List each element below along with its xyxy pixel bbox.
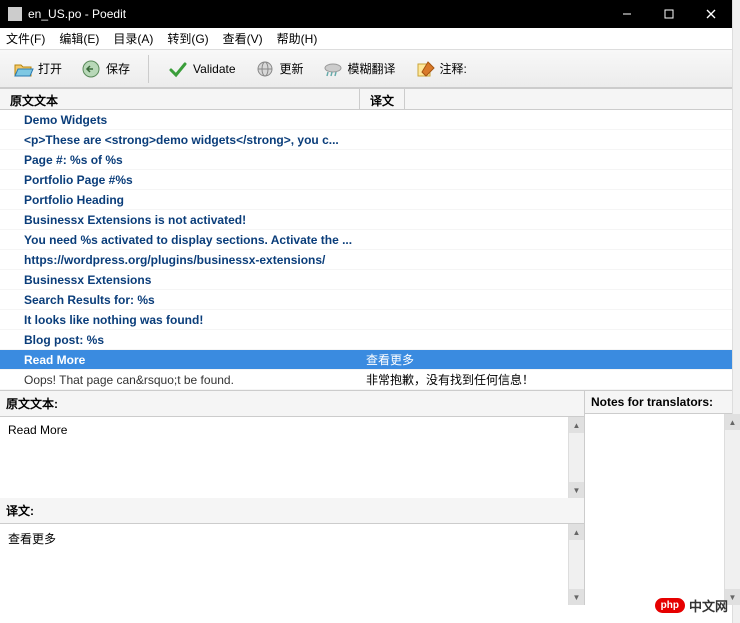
watermark-badge: php bbox=[655, 598, 685, 613]
update-label: 更新 bbox=[280, 60, 304, 77]
menu-help[interactable]: 帮助(H) bbox=[277, 30, 318, 47]
row-source: Oops! That page can&rsquo;t be found. bbox=[0, 373, 360, 387]
table-row[interactable]: https://wordpress.org/plugins/businessx-… bbox=[0, 250, 740, 270]
note-pencil-icon bbox=[414, 58, 436, 80]
window-title: en_US.po - Poedit bbox=[28, 7, 606, 21]
toolbar: 打开 保存 Validate 更新 模糊翻译 注释: bbox=[0, 50, 740, 88]
close-button[interactable] bbox=[690, 0, 732, 28]
source-text-pane: Read More ▲ ▼ bbox=[0, 417, 584, 498]
validate-button[interactable]: Validate bbox=[163, 56, 239, 82]
row-source: Businessx Extensions bbox=[0, 273, 360, 287]
source-scrollbar[interactable]: ▲ ▼ bbox=[568, 417, 584, 498]
table-row[interactable]: Businessx Extensions is not activated! bbox=[0, 210, 740, 230]
watermark-text: 中文网 bbox=[689, 596, 728, 615]
titlebar: en_US.po - Poedit bbox=[0, 0, 740, 28]
open-button[interactable]: 打开 bbox=[8, 56, 66, 82]
fuzzy-label: 模糊翻译 bbox=[348, 60, 396, 77]
bottom-panel: 原文文本: Read More ▲ ▼ 译文: ▲ ▼ Notes for tr… bbox=[0, 390, 740, 605]
update-button[interactable]: 更新 bbox=[250, 56, 308, 82]
check-icon bbox=[167, 58, 189, 80]
column-translation[interactable]: 译文 bbox=[360, 89, 405, 109]
source-text-label: 原文文本: bbox=[0, 391, 584, 417]
minimize-button[interactable] bbox=[606, 0, 648, 28]
table-row[interactable]: Search Results for: %s bbox=[0, 290, 740, 310]
row-source: You need %s activated to display section… bbox=[0, 233, 360, 247]
column-source[interactable]: 原文文本 bbox=[0, 89, 360, 109]
table-row[interactable]: Portfolio Page #%s bbox=[0, 170, 740, 190]
table-row[interactable]: Read More查看更多 bbox=[0, 350, 740, 370]
row-source: Search Results for: %s bbox=[0, 293, 360, 307]
menu-view[interactable]: 查看(V) bbox=[223, 30, 263, 47]
row-source: Blog post: %s bbox=[0, 333, 360, 347]
row-source: https://wordpress.org/plugins/businessx-… bbox=[0, 253, 360, 267]
app-icon bbox=[8, 7, 22, 21]
save-icon bbox=[80, 58, 102, 80]
comment-label: 注释: bbox=[440, 60, 467, 77]
notes-scrollbar[interactable]: ▲ ▼ bbox=[724, 414, 740, 605]
folder-open-icon bbox=[12, 58, 34, 80]
comment-button[interactable]: 注释: bbox=[410, 56, 471, 82]
translation-text-label: 译文: bbox=[0, 498, 584, 524]
save-button[interactable]: 保存 bbox=[76, 56, 134, 82]
row-source: Portfolio Page #%s bbox=[0, 173, 360, 187]
menu-goto[interactable]: 转到(G) bbox=[167, 30, 208, 47]
translation-list[interactable]: Demo Widgets <p>These are <strong>demo wi… bbox=[0, 110, 740, 390]
cloud-icon bbox=[322, 58, 344, 80]
scroll-up-icon[interactable]: ▲ bbox=[569, 417, 584, 433]
source-text-value: Read More bbox=[0, 417, 568, 498]
table-row[interactable]: Demo Widgets bbox=[0, 110, 740, 130]
table-row[interactable]: Portfolio Heading bbox=[0, 190, 740, 210]
open-label: 打开 bbox=[38, 60, 62, 77]
toolbar-separator bbox=[148, 55, 149, 83]
list-column-header: 原文文本 译文 bbox=[0, 88, 740, 110]
window-controls bbox=[606, 0, 732, 28]
row-source: Businessx Extensions is not activated! bbox=[0, 213, 360, 227]
save-label: 保存 bbox=[106, 60, 130, 77]
row-source: Page #: %s of %s bbox=[0, 153, 360, 167]
table-row[interactable]: Blog post: %s bbox=[0, 330, 740, 350]
notes-panel: Notes for translators: ▲ ▼ bbox=[585, 391, 740, 605]
scroll-down-icon[interactable]: ▼ bbox=[569, 482, 584, 498]
fuzzy-button[interactable]: 模糊翻译 bbox=[318, 56, 400, 82]
table-row[interactable]: It looks like nothing was found! bbox=[0, 310, 740, 330]
row-source: Read More bbox=[0, 353, 360, 367]
menu-file[interactable]: 文件(F) bbox=[6, 30, 45, 47]
row-translation: 查看更多 bbox=[360, 351, 740, 368]
table-row[interactable]: Oops! That page can&rsquo;t be found.非常抱… bbox=[0, 370, 740, 390]
row-source: It looks like nothing was found! bbox=[0, 313, 360, 327]
menubar: 文件(F) 编辑(E) 目录(A) 转到(G) 查看(V) 帮助(H) bbox=[0, 28, 740, 50]
translation-scrollbar[interactable]: ▲ ▼ bbox=[568, 524, 584, 605]
menu-catalog[interactable]: 目录(A) bbox=[113, 30, 153, 47]
maximize-button[interactable] bbox=[648, 0, 690, 28]
notes-label: Notes for translators: bbox=[585, 391, 740, 414]
editor-left: 原文文本: Read More ▲ ▼ 译文: ▲ ▼ bbox=[0, 391, 585, 605]
table-row[interactable]: Businessx Extensions bbox=[0, 270, 740, 290]
scroll-down-icon[interactable]: ▼ bbox=[569, 589, 584, 605]
validate-label: Validate bbox=[193, 62, 235, 76]
menu-edit[interactable]: 编辑(E) bbox=[59, 30, 99, 47]
globe-refresh-icon bbox=[254, 58, 276, 80]
row-source: <p>These are <strong>demo widgets</stron… bbox=[0, 133, 360, 147]
translation-text-pane: ▲ ▼ bbox=[0, 524, 584, 605]
row-source: Demo Widgets bbox=[0, 113, 360, 127]
row-translation: 非常抱歉，没有找到任何信息！ bbox=[360, 371, 740, 388]
notes-body: ▲ ▼ bbox=[585, 414, 740, 605]
table-row[interactable]: Page #: %s of %s bbox=[0, 150, 740, 170]
list-scrollbar[interactable] bbox=[732, 110, 740, 390]
scroll-up-icon[interactable]: ▲ bbox=[569, 524, 584, 540]
notes-text bbox=[585, 414, 724, 605]
scroll-up-icon[interactable]: ▲ bbox=[725, 414, 740, 430]
row-source: Portfolio Heading bbox=[0, 193, 360, 207]
table-row[interactable]: <p>These are <strong>demo widgets</stron… bbox=[0, 130, 740, 150]
translation-input[interactable] bbox=[0, 524, 568, 605]
watermark: php 中文网 bbox=[655, 596, 728, 615]
table-row[interactable]: You need %s activated to display section… bbox=[0, 230, 740, 250]
